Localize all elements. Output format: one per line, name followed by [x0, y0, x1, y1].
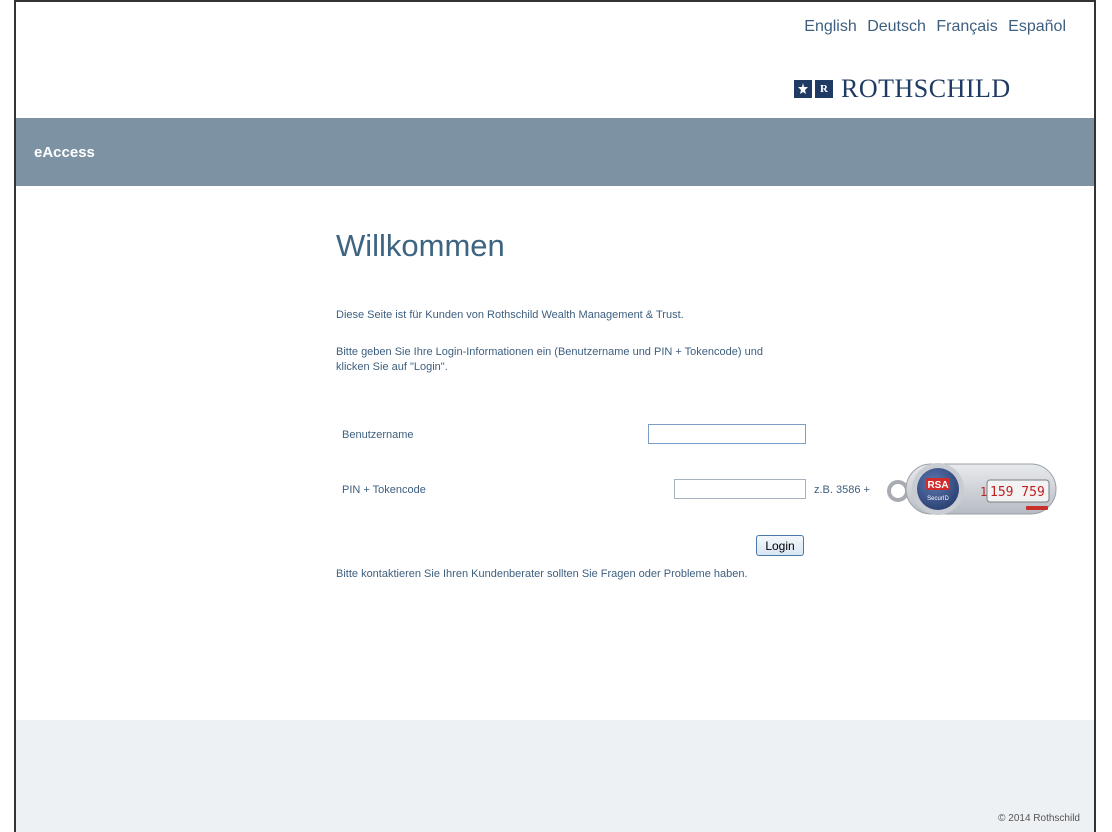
rothschild-logo: R ROTHSCHILD	[794, 74, 1011, 104]
logo-letter-mark: R	[815, 80, 833, 98]
username-input[interactable]	[648, 424, 806, 444]
language-link-espanol[interactable]: Español	[1008, 18, 1066, 35]
section-title: eAccess	[34, 144, 95, 161]
username-label: Benutzername	[342, 429, 414, 441]
contact-note: Bitte kontaktieren Sie Ihren Kundenberat…	[336, 568, 748, 580]
token-code: 159 759	[990, 485, 1045, 500]
pin-example-text: z.B. 3586 +	[814, 484, 870, 496]
token-digit: 1	[980, 485, 987, 499]
rsa-securid-token-icon: RSA SecurID 1 159 759	[887, 463, 1057, 515]
page-frame: English Deutsch Français Español R ROTHS…	[14, 0, 1096, 832]
header-banner: eAccess	[16, 118, 1094, 186]
crest-icon	[794, 80, 812, 98]
instructions-text: Bitte geben Sie Ihre Login-Informationen…	[336, 346, 763, 373]
pin-label: PIN + Tokencode	[342, 484, 426, 496]
login-content: Willkommen Diese Seite ist für Kunden vo…	[336, 228, 1076, 580]
copyright-text: © 2014 Rothschild	[998, 813, 1080, 824]
language-selector: English Deutsch Français Español	[798, 18, 1066, 36]
page-title: Willkommen	[336, 228, 505, 263]
login-button[interactable]: Login	[756, 535, 804, 556]
language-link-francais[interactable]: Français	[936, 18, 997, 35]
language-link-deutsch[interactable]: Deutsch	[867, 18, 926, 35]
pin-tokencode-input[interactable]	[674, 479, 806, 499]
language-link-english[interactable]: English	[804, 18, 856, 35]
logo-mark: R	[794, 80, 833, 98]
footer: © 2014 Rothschild	[16, 720, 1094, 832]
logo-text: ROTHSCHILD	[841, 74, 1011, 103]
token-product: SecurID	[927, 496, 949, 502]
token-brand: RSA	[927, 480, 948, 491]
intro-text: Diese Seite ist für Kunden von Rothschil…	[336, 309, 684, 321]
